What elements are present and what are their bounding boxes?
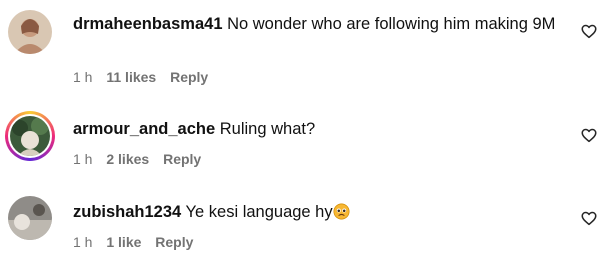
pleading-face-emoji-icon xyxy=(333,203,350,220)
heart-outline-icon[interactable] xyxy=(580,22,598,40)
reply-button[interactable]: Reply xyxy=(163,151,201,167)
comment-likes[interactable]: 11 likes xyxy=(106,69,156,85)
comment-likes[interactable]: 2 likes xyxy=(106,151,149,167)
comment-time: 1 h xyxy=(73,69,93,85)
comment-likes[interactable]: 1 like xyxy=(106,234,141,250)
comment-username[interactable]: armour_and_ache xyxy=(73,120,215,138)
heart-outline-icon[interactable] xyxy=(580,126,598,144)
avatar xyxy=(10,116,50,156)
reply-button[interactable]: Reply xyxy=(170,69,208,85)
comment-username[interactable]: drmaheenbasma41 xyxy=(73,15,223,33)
reply-button[interactable]: Reply xyxy=(155,234,193,250)
avatar[interactable] xyxy=(8,10,52,54)
comment-username[interactable]: zubishah1234 xyxy=(73,203,181,221)
heart-outline-icon[interactable] xyxy=(580,209,598,227)
comment-time: 1 h xyxy=(73,234,93,250)
comment-text: Ye kesi language hy xyxy=(185,203,333,221)
comment-time: 1 h xyxy=(73,151,93,167)
comment-text: Ruling what? xyxy=(219,120,316,138)
avatar-story-ring[interactable] xyxy=(5,111,55,161)
avatar[interactable] xyxy=(8,196,52,240)
comment-text: No wonder who are following him making 9… xyxy=(227,15,556,33)
